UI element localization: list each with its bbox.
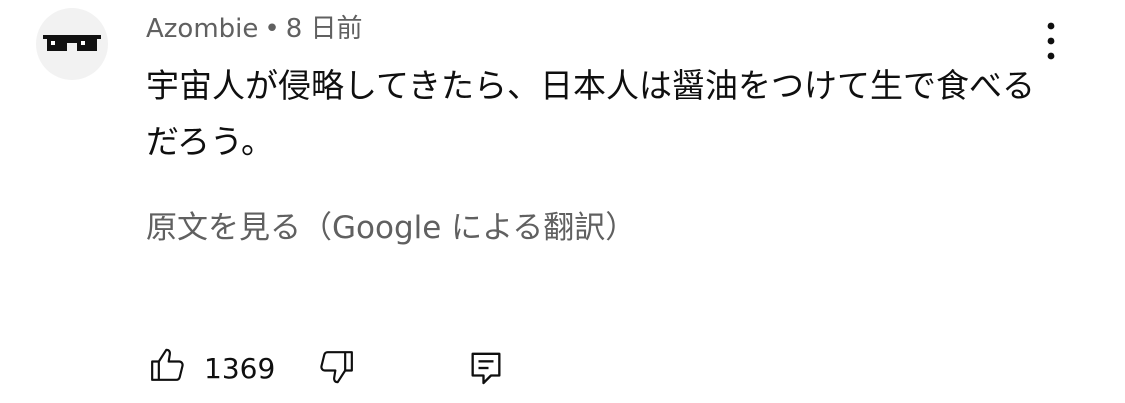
thumbs-down-icon[interactable] xyxy=(316,348,356,388)
pixel-sunglasses-icon xyxy=(43,35,101,51)
comment-timestamp[interactable]: 8 日前 xyxy=(286,14,363,44)
comment-avatar[interactable] xyxy=(36,8,108,80)
thumbs-up-icon[interactable] xyxy=(148,344,188,384)
author-name[interactable]: Azombie xyxy=(146,14,258,44)
like-count: 1369 xyxy=(204,352,276,385)
meta-separator: • xyxy=(264,14,280,44)
comment-header: Azombie • 8 日前 xyxy=(146,8,363,45)
see-original-link[interactable]: 原文を見る（Google による翻訳） xyxy=(146,202,636,247)
reply-comment-icon[interactable] xyxy=(466,348,506,388)
comment-text: 宇宙人が侵略してきたら、日本人は醤油をつけて生で食べるだろう。 xyxy=(146,66,1036,161)
